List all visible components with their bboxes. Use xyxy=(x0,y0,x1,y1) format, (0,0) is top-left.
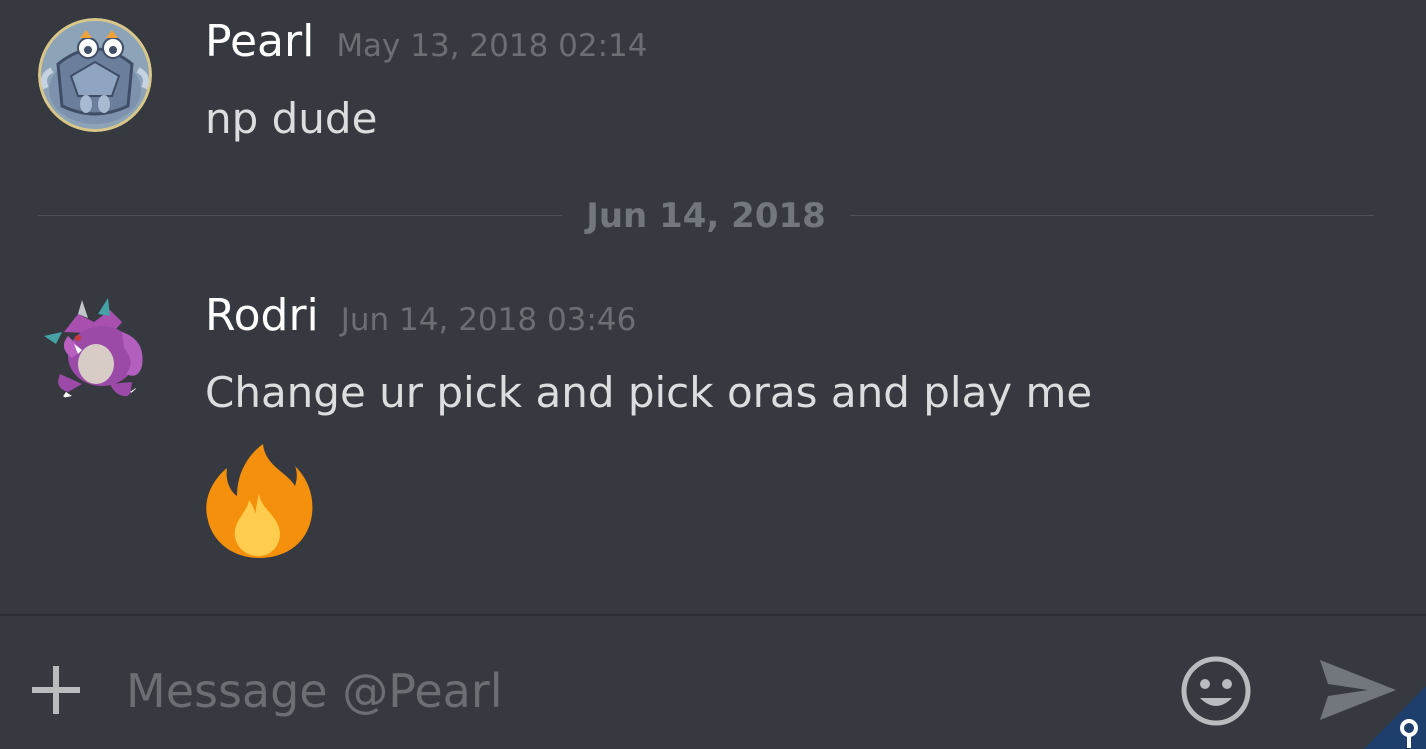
divider-line-right xyxy=(850,215,1374,216)
message-composer xyxy=(0,614,1426,749)
pokemon-avatar-icon[interactable] xyxy=(38,18,152,132)
plus-icon[interactable] xyxy=(28,662,84,718)
chat-screen: Pearl May 13, 2018 02:14 np dude Jun 14, … xyxy=(0,0,1426,749)
divider-date-label: Jun 14, 2018 xyxy=(586,196,826,236)
message-timestamp: May 13, 2018 02:14 xyxy=(336,28,648,64)
fire-emoji[interactable] xyxy=(203,442,317,560)
smiley-icon[interactable] xyxy=(1179,654,1253,728)
message-pearl: Pearl May 13, 2018 02:14 np dude xyxy=(0,0,1426,180)
date-divider: Jun 14, 2018 xyxy=(38,196,1374,236)
nidoking-avatar-icon[interactable] xyxy=(38,292,152,406)
message-author[interactable]: Rodri Jun 14, 2018 03:46 xyxy=(205,294,636,338)
message-timestamp: Jun 14, 2018 03:46 xyxy=(340,302,637,338)
author-name[interactable]: Rodri xyxy=(205,290,319,341)
message-author[interactable]: Pearl May 13, 2018 02:14 xyxy=(205,20,648,64)
author-name[interactable]: Pearl xyxy=(205,16,314,67)
message-text: Change ur pick and pick oras and play me xyxy=(205,368,1093,417)
message-input[interactable] xyxy=(126,656,1126,726)
message-text: np dude xyxy=(205,94,378,143)
pin-badge-icon[interactable] xyxy=(1364,686,1426,749)
